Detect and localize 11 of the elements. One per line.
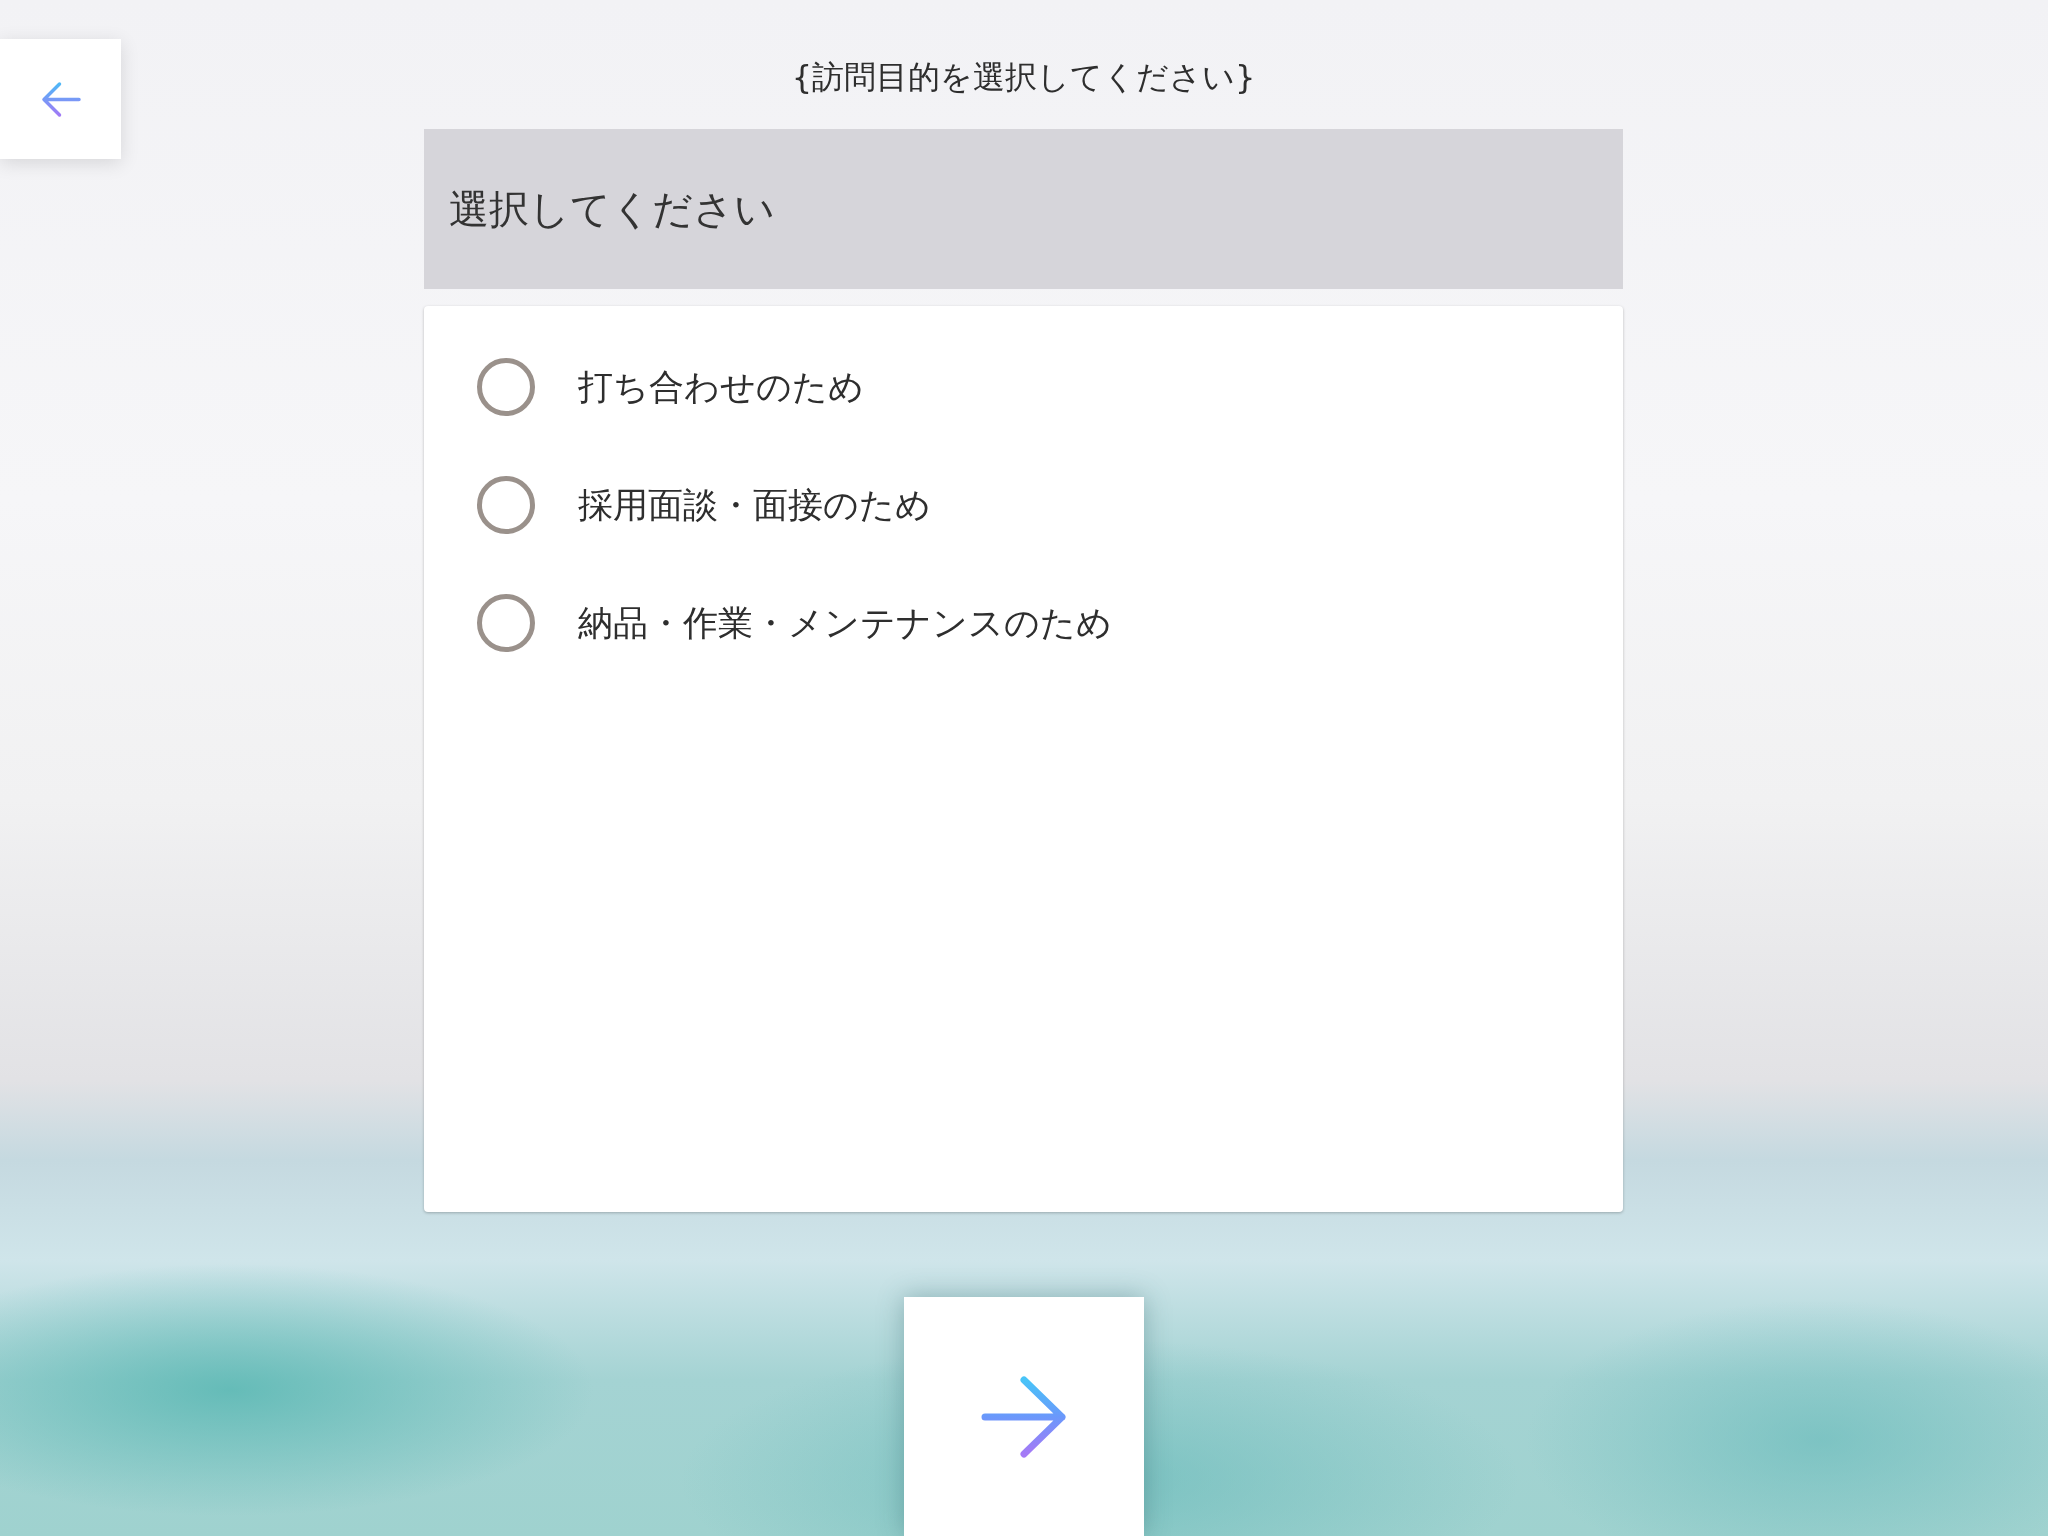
- dropdown-header[interactable]: 選択してください: [424, 129, 1623, 289]
- option-label[interactable]: 採用面談・面接のため: [578, 483, 931, 527]
- right-arrow-icon: [980, 1375, 1067, 1458]
- radio-button[interactable]: [477, 476, 535, 534]
- next-button[interactable]: [903, 1297, 1144, 1536]
- left-arrow-icon: [40, 80, 81, 118]
- option-label[interactable]: 納品・作業・メンテナンスのため: [578, 601, 1112, 645]
- option-label[interactable]: 打ち合わせのため: [578, 365, 864, 409]
- page-title: {訪問目的を選択してください}: [791, 57, 1256, 97]
- radio-button[interactable]: [477, 358, 535, 416]
- radio-button[interactable]: [477, 594, 535, 652]
